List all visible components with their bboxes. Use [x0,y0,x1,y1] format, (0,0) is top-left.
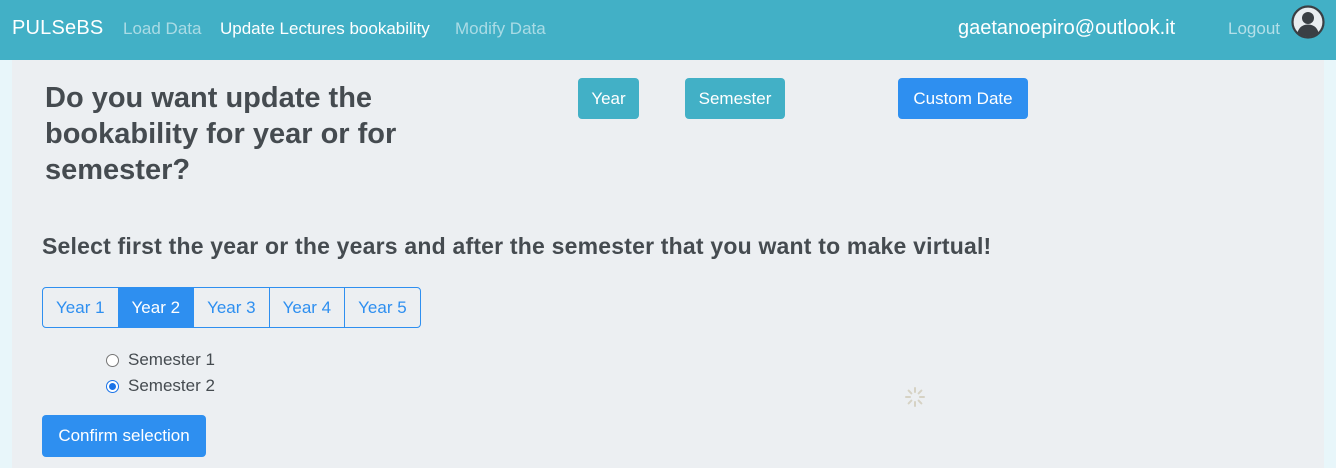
semester-1-label: Semester 1 [128,350,215,369]
year-2-toggle[interactable]: Year 2 [118,288,195,327]
semester-1-option[interactable]: Semester 1 [106,349,215,371]
semester-2-radio[interactable] [106,379,119,393]
year-3-toggle[interactable]: Year 3 [194,288,270,327]
loading-spinner-icon [905,387,925,407]
year-1-toggle[interactable]: Year 1 [43,288,119,327]
semester-2-label: Semester 2 [128,376,215,395]
instructions-heading: Select first the year or the years and a… [42,233,992,259]
logout-link[interactable]: Logout [1228,19,1280,39]
brand-logo[interactable]: PULSeBS [12,17,103,40]
year-5-toggle[interactable]: Year 5 [345,288,420,327]
custom-date-button[interactable]: Custom Date [898,78,1028,119]
semester-2-option[interactable]: Semester 2 [106,375,215,397]
confirm-selection-button[interactable]: Confirm selection [42,415,206,457]
year-toggle-group: Year 1 Year 2 Year 3 Year 4 Year 5 [42,287,421,328]
user-circle-icon[interactable] [1291,5,1325,39]
user-email: gaetanoepiro@outlook.it [958,17,1176,39]
nav-load-data[interactable]: Load Data [123,19,201,39]
semester-mode-button[interactable]: Semester [685,78,785,119]
nav-modify-data[interactable]: Modify Data [455,19,546,39]
nav-update-lectures-bookability[interactable]: Update Lectures bookability [220,19,430,39]
navbar: PULSeBS Load Data Update Lectures bookab… [0,0,1336,60]
year-4-toggle[interactable]: Year 4 [270,288,346,327]
semester-1-radio[interactable] [106,353,119,367]
year-mode-button[interactable]: Year [578,78,639,119]
page-title: Do you want update the bookability for y… [45,82,397,186]
